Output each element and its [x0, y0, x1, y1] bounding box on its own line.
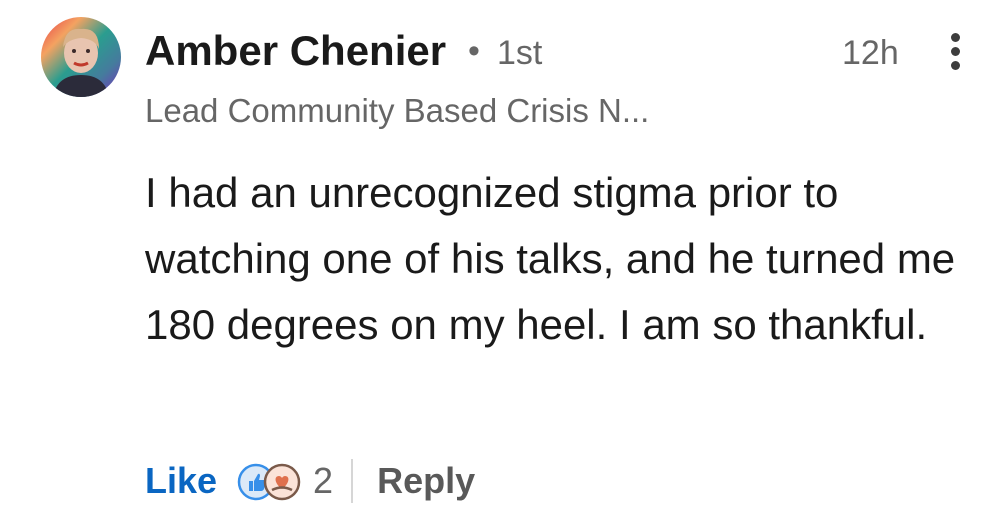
more-options-button[interactable]	[934, 30, 978, 74]
reply-button[interactable]: Reply	[377, 458, 475, 504]
comment-actions: Like 2 Reply	[145, 456, 475, 506]
meta-separator: •	[468, 32, 480, 70]
vertical-ellipsis-icon	[951, 33, 960, 42]
comment-timestamp: 12h	[842, 34, 899, 72]
reaction-icons[interactable]	[237, 461, 309, 501]
avatar[interactable]	[41, 17, 121, 97]
like-button[interactable]: Like	[145, 458, 217, 504]
comment-text: I had an unrecognized stigma prior to wa…	[145, 169, 956, 348]
love-reaction-icon	[263, 463, 301, 501]
connection-degree: 1st	[497, 34, 543, 72]
author-name[interactable]: Amber Chenier	[145, 26, 446, 76]
author-headline: Lead Community Based Crisis N...	[145, 92, 650, 129]
profile-photo-icon	[41, 17, 121, 97]
actions-divider	[351, 459, 354, 503]
comment-card: Amber Chenier • 1st 12h Lead Community B…	[0, 0, 1008, 506]
reaction-count[interactable]: 2	[313, 458, 333, 504]
